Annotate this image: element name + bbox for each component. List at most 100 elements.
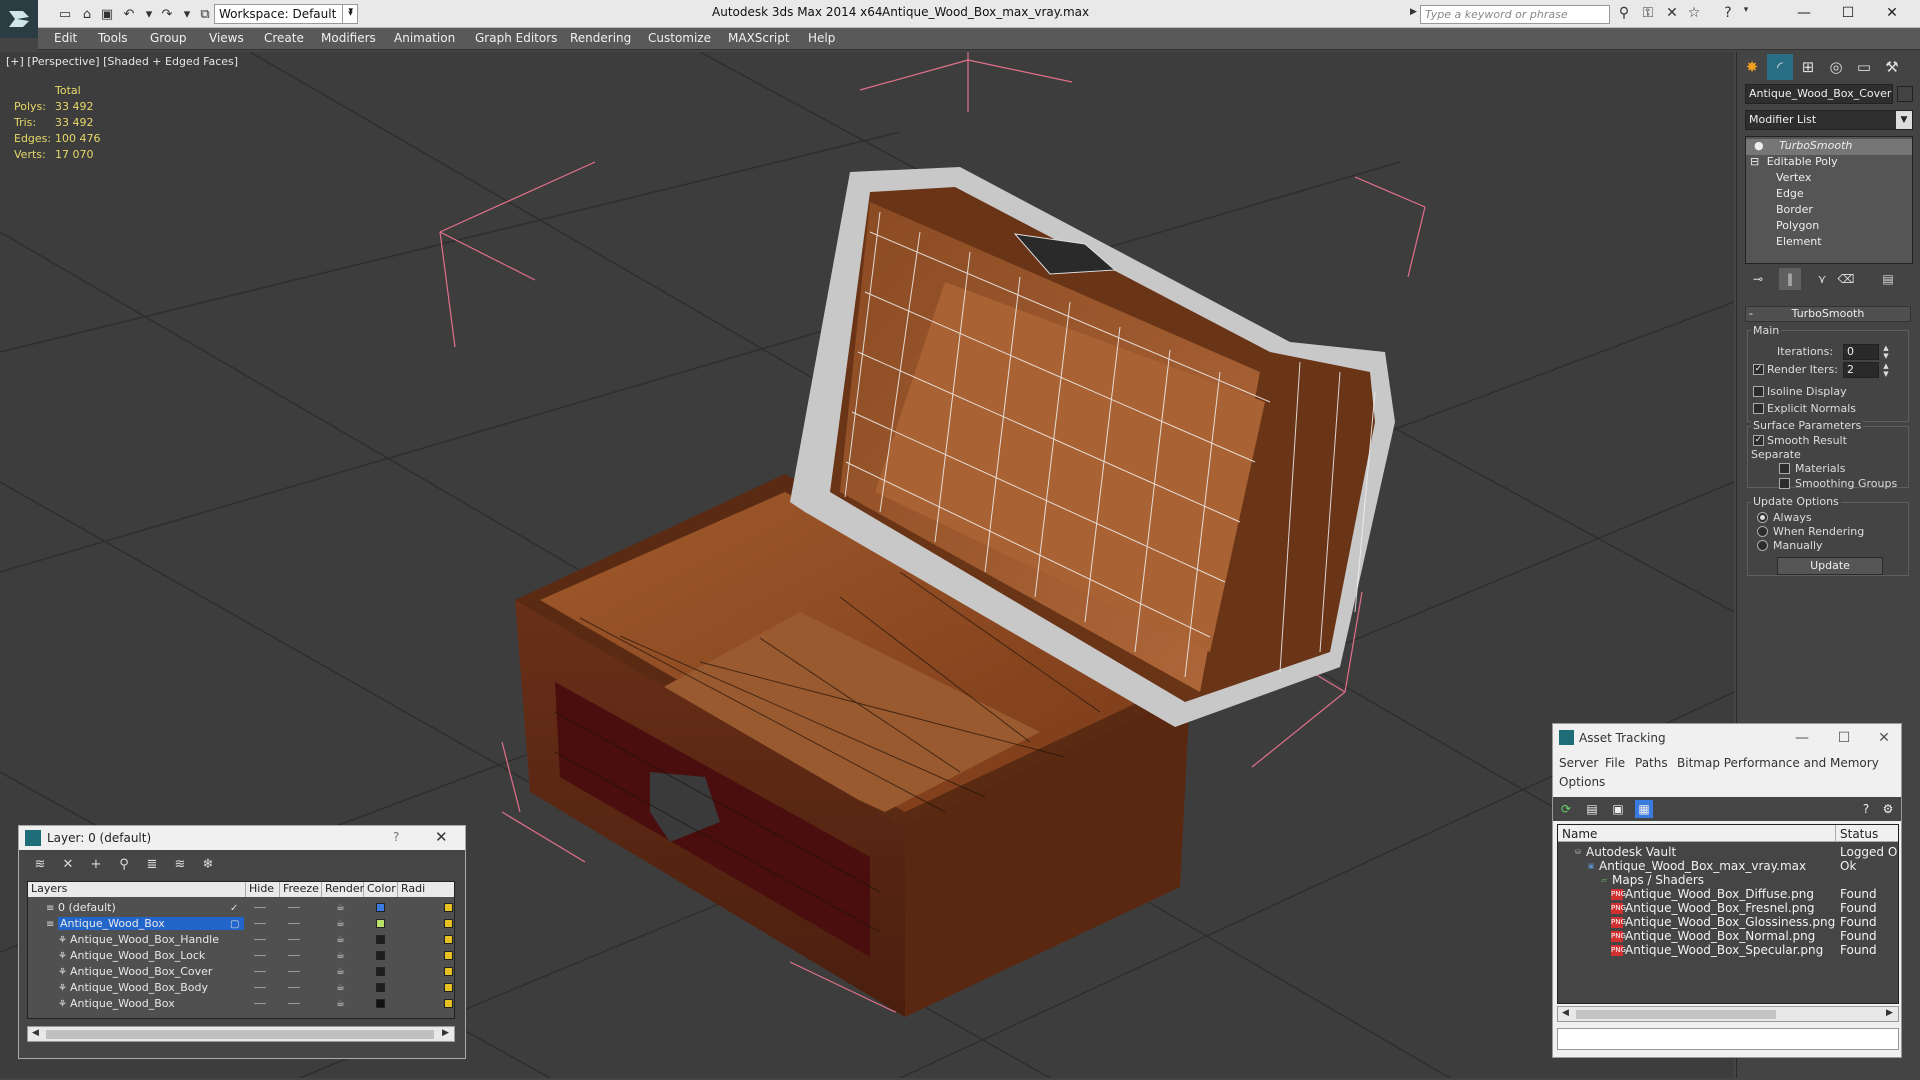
workspace-dropdown-button[interactable]: ▾: [342, 4, 358, 24]
explicit-normals-checkbox[interactable]: [1753, 403, 1764, 414]
render-iters-checkbox[interactable]: ✓: [1753, 364, 1764, 375]
stack-item-turbosmooth[interactable]: ● TurboSmooth: [1746, 139, 1912, 155]
settings-icon[interactable]: ⚙: [1879, 800, 1897, 818]
hide-toggle[interactable]: [254, 971, 266, 972]
spinner-arrows-icon[interactable]: ▲ ▼: [1881, 344, 1891, 360]
menu-paths[interactable]: Paths: [1635, 756, 1668, 770]
render-iters-spinner[interactable]: 2: [1843, 362, 1879, 378]
list-view-icon[interactable]: ▤: [1583, 800, 1601, 818]
radiosity-icon[interactable]: [444, 919, 453, 928]
menu-bitmap-performance[interactable]: Bitmap Performance and Memory: [1677, 756, 1879, 770]
column-radiosity[interactable]: Radi: [398, 882, 454, 897]
freeze-toggle[interactable]: [288, 939, 300, 940]
layer-color-swatch[interactable]: [376, 919, 385, 928]
column-render[interactable]: Render: [322, 882, 364, 897]
column-color[interactable]: Color: [364, 882, 398, 897]
menu-animation[interactable]: Animation: [394, 31, 455, 45]
hierarchy-tab-icon[interactable]: ⊞: [1795, 54, 1821, 80]
hide-toggle[interactable]: [254, 939, 266, 940]
menu-views[interactable]: Views: [209, 31, 244, 45]
scroll-left-icon[interactable]: ◀: [1562, 1008, 1569, 1018]
menu-server[interactable]: Server: [1559, 756, 1598, 770]
highlight-layer-icon[interactable]: ≣: [141, 854, 163, 876]
help-button[interactable]: ?: [393, 830, 399, 844]
layer-color-swatch[interactable]: [376, 935, 385, 944]
asset-row[interactable]: PNG Antique_Wood_Box_Specular.png Found: [1558, 942, 1898, 959]
radiosity-icon[interactable]: [444, 935, 453, 944]
menu-group[interactable]: Group: [150, 31, 187, 45]
set-current-layer-icon[interactable]: ▢: [230, 919, 239, 930]
render-teapot-icon[interactable]: ☕: [336, 982, 345, 993]
layer-row-name[interactable]: 0 (default): [58, 901, 116, 914]
viewport-label[interactable]: [+] [Perspective] [Shaded + Edged Faces]: [6, 55, 238, 68]
stack-item-edge[interactable]: Edge: [1746, 187, 1912, 203]
help-icon[interactable]: ?: [1857, 800, 1875, 818]
open-file-icon[interactable]: ⌂: [78, 5, 96, 23]
modify-tab-icon[interactable]: ◜: [1767, 54, 1793, 80]
freeze-toggle[interactable]: [288, 971, 300, 972]
layer-color-swatch[interactable]: [376, 951, 385, 960]
stack-item-border[interactable]: Border: [1746, 203, 1912, 219]
save-file-icon[interactable]: ▣: [98, 5, 116, 23]
display-tab-icon[interactable]: ▭: [1851, 54, 1877, 80]
hide-toggle[interactable]: [254, 907, 266, 908]
layer-row-name[interactable]: Antique_Wood_Box_Cover: [70, 965, 212, 978]
layer-row-name[interactable]: Antique_Wood_Box_Body: [70, 981, 208, 994]
separate-materials-checkbox[interactable]: [1779, 463, 1790, 474]
update-button[interactable]: Update: [1777, 557, 1883, 575]
rollout-turbosmooth[interactable]: - TurboSmooth: [1745, 306, 1911, 322]
layer-row-name[interactable]: Antique_Wood_Box: [58, 917, 244, 930]
radiosity-icon[interactable]: [444, 951, 453, 960]
radiosity-icon[interactable]: [444, 983, 453, 992]
binoculars-icon[interactable]: ⚲: [1614, 5, 1634, 21]
refresh-icon[interactable]: ⟳: [1557, 800, 1575, 818]
hide-toggle[interactable]: [254, 987, 266, 988]
configure-sets-icon[interactable]: ▤: [1877, 268, 1899, 290]
radiosity-icon[interactable]: [444, 999, 453, 1008]
smooth-result-checkbox[interactable]: ✓: [1753, 435, 1764, 446]
show-end-result-icon[interactable]: ‖: [1779, 268, 1801, 290]
column-status[interactable]: Status: [1836, 825, 1898, 842]
freeze-toggle[interactable]: [288, 955, 300, 956]
object-name-field[interactable]: Antique_Wood_Box_Cover: [1745, 84, 1893, 104]
layer-row-name[interactable]: Antique_Wood_Box: [70, 997, 175, 1010]
stack-item-element[interactable]: Element: [1746, 235, 1912, 251]
workspace-select[interactable]: Workspace: Default ▾: [214, 4, 358, 24]
layer-row[interactable]: ⚘ Antique_Wood_Box_Body ☕: [28, 980, 454, 996]
minimize-button[interactable]: —: [1787, 727, 1817, 749]
search-expand-icon[interactable]: ▶: [1410, 7, 1417, 17]
menu-modifiers[interactable]: Modifiers: [321, 31, 376, 45]
scroll-left-icon[interactable]: ◀: [32, 1028, 39, 1038]
create-tab-icon[interactable]: ✸: [1739, 54, 1765, 80]
stack-item-polygon[interactable]: Polygon: [1746, 219, 1912, 235]
add-selection-icon[interactable]: +: [85, 854, 107, 876]
communication-icon[interactable]: ✕: [1662, 5, 1682, 21]
redo-dropdown-icon[interactable]: ▾: [178, 5, 196, 23]
layer-row[interactable]: ⚘ Antique_Wood_Box_Handle ☕: [28, 932, 454, 948]
layer-row[interactable]: ⚘ Antique_Wood_Box_Cover ☕: [28, 964, 454, 980]
close-button[interactable]: ✕: [1869, 727, 1899, 749]
motion-tab-icon[interactable]: ◎: [1823, 54, 1849, 80]
collapse-icon[interactable]: ⊟: [1750, 155, 1759, 168]
minimize-button[interactable]: —: [1784, 2, 1824, 24]
layer-color-swatch[interactable]: [376, 967, 385, 976]
scroll-right-icon[interactable]: ▶: [442, 1028, 449, 1038]
menu-edit[interactable]: Edit: [54, 31, 77, 45]
layer-row-name[interactable]: Antique_Wood_Box_Lock: [70, 949, 205, 962]
thumbnail-view-icon[interactable]: ▣: [1609, 800, 1627, 818]
menu-customize[interactable]: Customize: [648, 31, 711, 45]
hide-all-icon[interactable]: ≋: [169, 854, 191, 876]
update-manually-radio[interactable]: [1757, 540, 1768, 551]
iterations-spinner[interactable]: 0: [1843, 344, 1879, 360]
layer-row-name[interactable]: Antique_Wood_Box_Handle: [70, 933, 219, 946]
radiosity-icon[interactable]: [444, 903, 453, 912]
menu-tools[interactable]: Tools: [98, 31, 128, 45]
hide-toggle[interactable]: [254, 1003, 266, 1004]
render-teapot-icon[interactable]: ☕: [336, 934, 345, 945]
render-teapot-icon[interactable]: ☕: [336, 998, 345, 1009]
app-menu-button[interactable]: [0, 0, 38, 38]
redo-icon[interactable]: ↷: [158, 5, 176, 23]
layer-color-swatch[interactable]: [376, 999, 385, 1008]
scrollbar-thumb[interactable]: [46, 1030, 434, 1039]
render-teapot-icon[interactable]: ☕: [336, 950, 345, 961]
